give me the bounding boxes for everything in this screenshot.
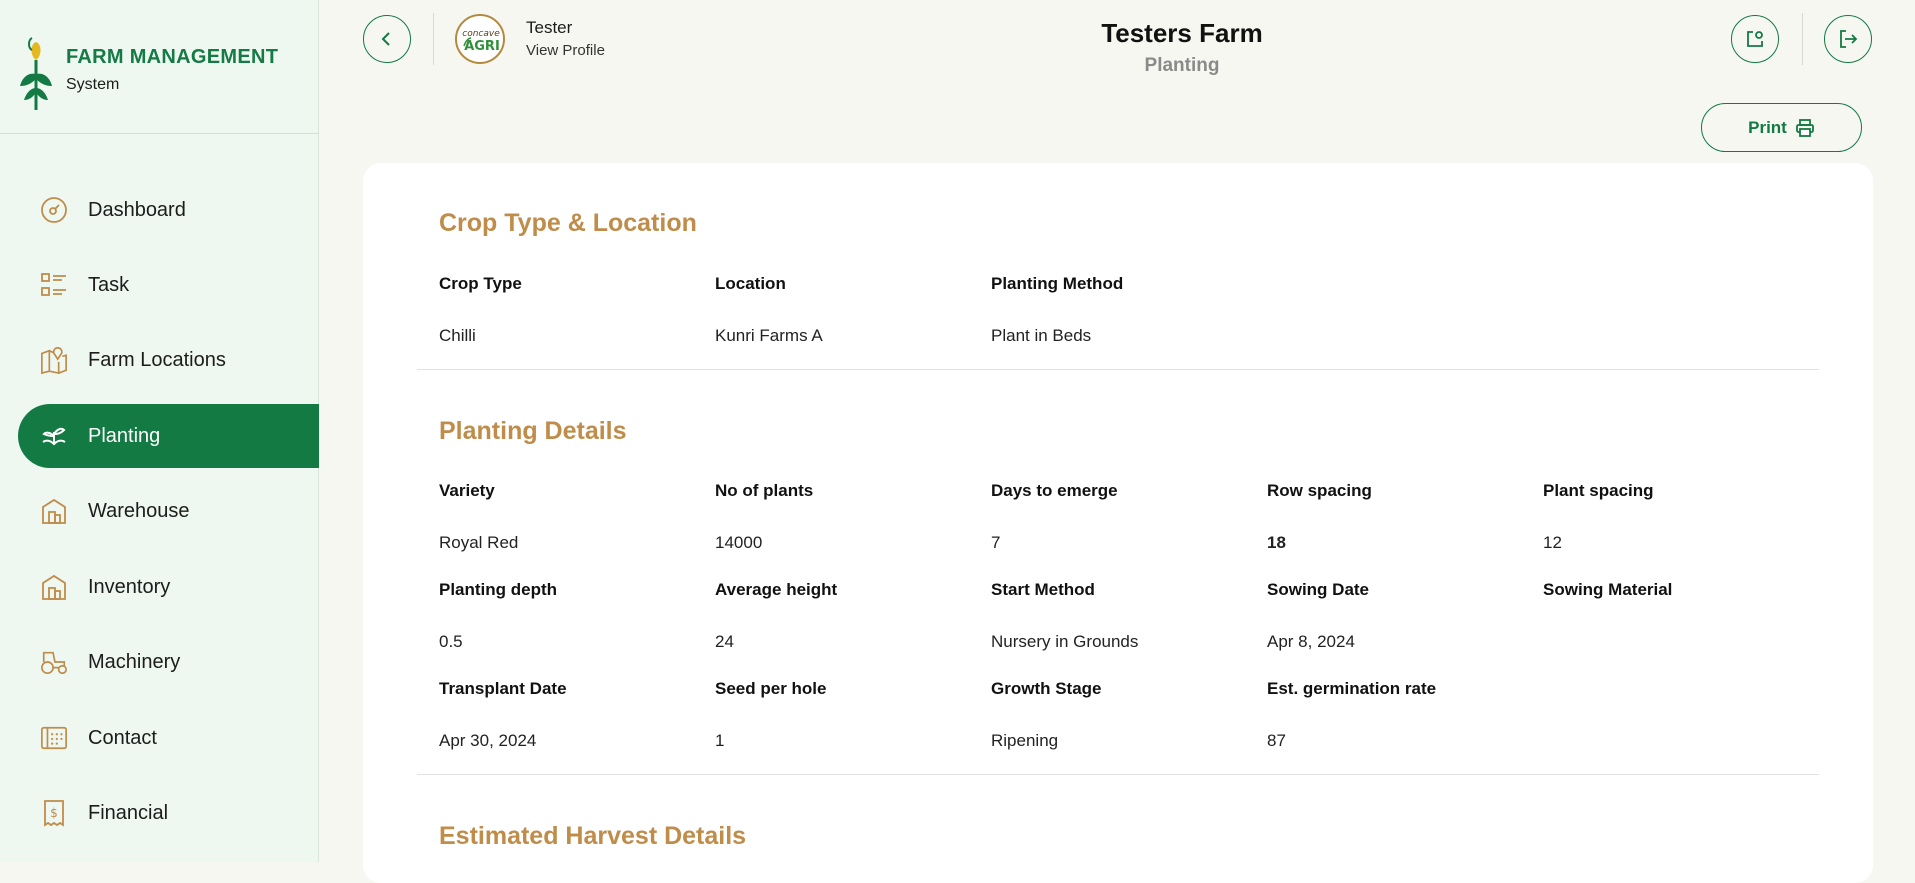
receipt-dollar-icon: $ (40, 799, 68, 827)
field-value: 12 (1543, 533, 1562, 552)
field-label: Plant spacing (1543, 481, 1654, 500)
sidebar-item-financial[interactable]: $ Financial (18, 781, 319, 845)
share-button[interactable] (1731, 15, 1779, 63)
wheat-logo-icon (20, 37, 52, 110)
field-value: Nursery in Grounds (991, 632, 1139, 651)
external-share-icon (1747, 31, 1763, 47)
field-label: Days to emerge (991, 481, 1118, 500)
field-value: 24 (715, 632, 734, 651)
field-label: Transplant Date (439, 679, 567, 698)
sidebar-item-label: Planting (88, 424, 161, 447)
page-title: Testers Farm (1101, 18, 1263, 48)
sidebar: FARM MANAGEMENT System Dashboard Task Fa… (0, 0, 319, 862)
field-value: Ripening (991, 731, 1059, 750)
page-subtitle: Planting (1144, 55, 1220, 76)
field-label: Seed per hole (715, 679, 827, 698)
field-label: No of plants (715, 481, 814, 500)
sidebar-item-label: Dashboard (88, 198, 186, 221)
inventory-icon (40, 573, 68, 601)
field-value: 1 (715, 731, 725, 750)
map-pin-icon (40, 346, 68, 375)
field-value: Chilli (439, 326, 476, 345)
section-divider (417, 369, 1819, 370)
field-value: 18 (1267, 533, 1286, 552)
field-label: Location (715, 274, 786, 293)
field-value: Royal Red (439, 533, 519, 552)
sidebar-item-label: Financial (88, 801, 169, 824)
section-title-crop: Crop Type & Location (439, 209, 697, 237)
field-label: Sowing Date (1267, 580, 1370, 599)
field-label: Sowing Material (1543, 580, 1673, 599)
back-button[interactable] (363, 15, 411, 63)
svg-text:AGRI: AGRI (464, 39, 500, 54)
avatar[interactable]: concave AGRI (455, 14, 505, 64)
printer-icon (1795, 118, 1814, 137)
sidebar-item-planting[interactable]: Planting (18, 404, 319, 468)
field-label: Crop Type (439, 274, 522, 293)
field-label: Row spacing (1267, 481, 1372, 500)
print-button[interactable]: Print (1701, 103, 1862, 152)
field-value: 14000 (715, 533, 763, 552)
field-value: Apr 8, 2024 (1267, 632, 1355, 651)
sidebar-item-label: Warehouse (88, 499, 190, 522)
sidebar-item-label: Inventory (88, 575, 171, 598)
field-label: Variety (439, 481, 495, 500)
dashboard-icon (40, 196, 68, 224)
section-title-planting: Planting Details (439, 417, 627, 445)
sidebar-item-farm-locations[interactable]: Farm Locations (18, 328, 319, 392)
field-label: Start Method (991, 580, 1095, 599)
company-logo-icon: concave AGRI (462, 29, 500, 54)
field-value: 7 (991, 533, 1001, 552)
field-label: Planting depth (439, 580, 558, 599)
field-value: Kunri Farms A (715, 326, 823, 345)
header-divider (1802, 13, 1803, 65)
field-label: Est. germination rate (1267, 679, 1437, 698)
task-list-icon (40, 271, 68, 299)
field-value: 87 (1267, 731, 1286, 750)
field-value: 0.5 (439, 632, 463, 651)
sidebar-item-inventory[interactable]: Inventory (18, 555, 319, 619)
brand-logo-block[interactable]: FARM MANAGEMENT System (18, 34, 308, 114)
sidebar-item-task[interactable]: Task (18, 253, 319, 317)
logout-button[interactable] (1824, 15, 1872, 63)
field-label: Average height (715, 580, 838, 599)
brand-title: FARM MANAGEMENT (66, 46, 279, 68)
sidebar-item-dashboard[interactable]: Dashboard (18, 178, 319, 242)
svg-text:$: $ (50, 806, 58, 820)
field-value: Apr 30, 2024 (439, 731, 537, 750)
field-label: Planting Method (991, 274, 1124, 293)
tractor-icon (40, 648, 68, 676)
contact-icon (40, 724, 68, 752)
logout-icon (1840, 30, 1858, 48)
field-label: Growth Stage (991, 679, 1102, 698)
view-profile-link[interactable]: View Profile (526, 42, 605, 59)
svg-text:concave: concave (462, 29, 500, 39)
plant-icon (40, 422, 68, 450)
section-divider (417, 774, 1819, 775)
print-button-label: Print (1748, 117, 1787, 137)
field-value: Plant in Beds (991, 326, 1092, 345)
sidebar-item-machinery[interactable]: Machinery (18, 630, 319, 694)
sidebar-item-label: Farm Locations (88, 348, 226, 371)
chevron-left-icon (381, 32, 390, 46)
sidebar-item-label: Task (88, 273, 130, 296)
sidebar-item-contact[interactable]: Contact (18, 706, 319, 770)
profile-name: Tester (526, 18, 573, 37)
sidebar-divider (0, 133, 319, 134)
sidebar-item-label: Machinery (88, 650, 181, 673)
brand-subtitle: System (66, 76, 120, 93)
warehouse-icon (40, 497, 68, 525)
planting-details-card: Crop Type & Location Crop Type Chilli Lo… (363, 163, 1873, 883)
section-title-harvest: Estimated Harvest Details (439, 822, 747, 850)
sidebar-item-warehouse[interactable]: Warehouse (18, 479, 319, 543)
sidebar-item-label: Contact (88, 726, 157, 749)
header-divider (433, 13, 434, 65)
